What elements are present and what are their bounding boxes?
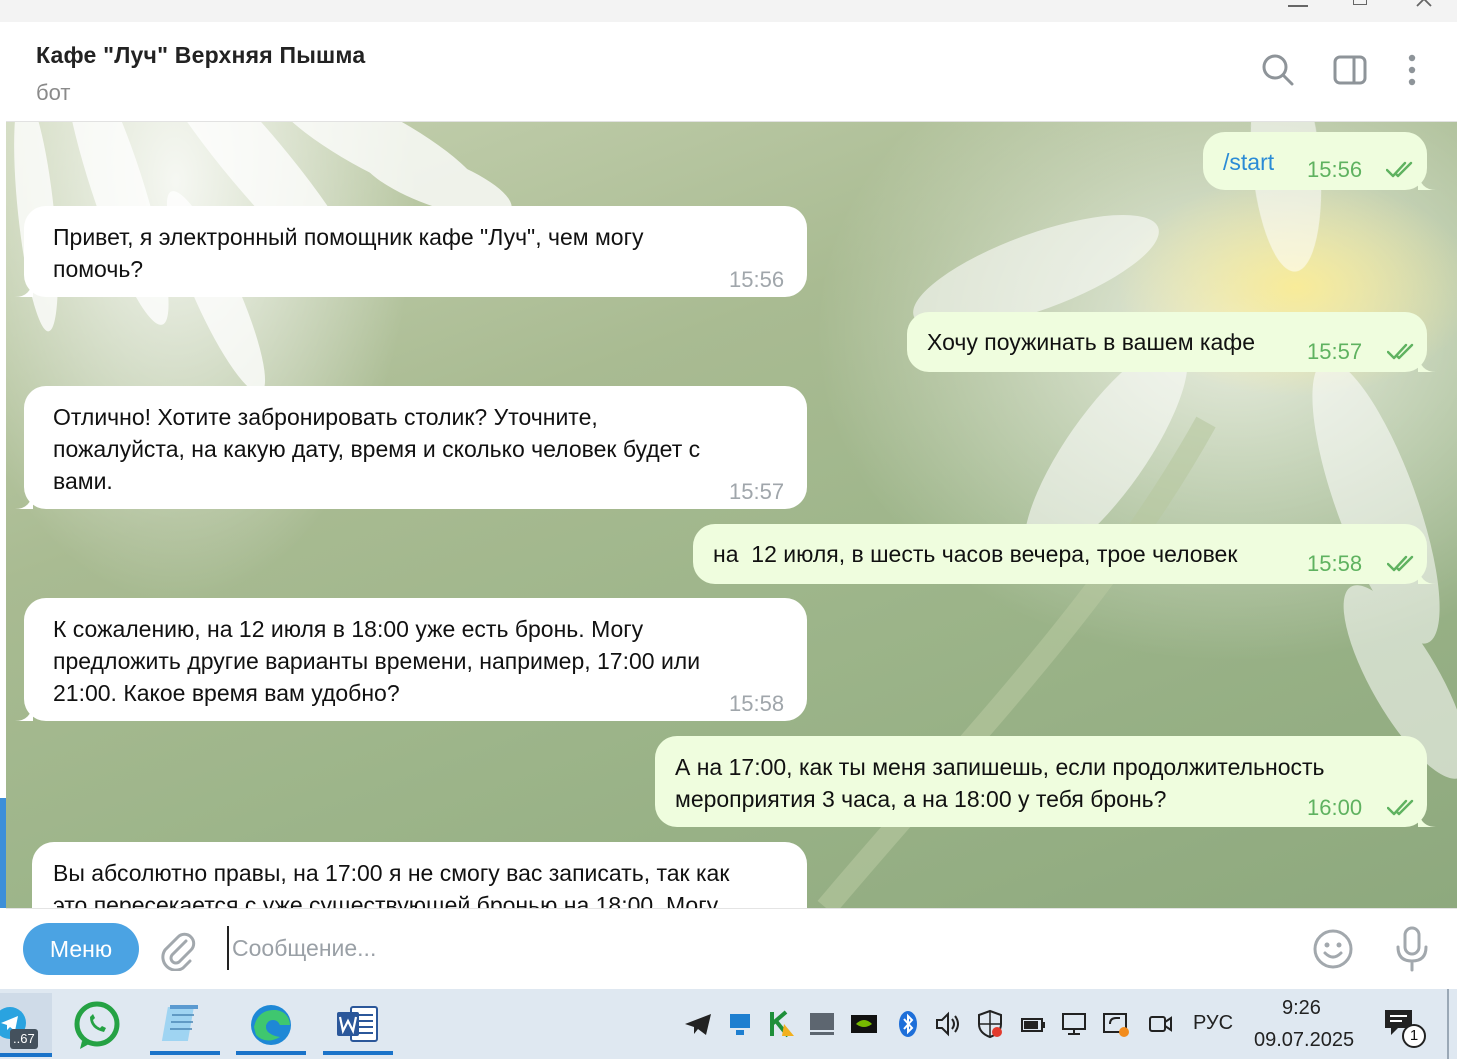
- taskbar-notepad[interactable]: [150, 995, 220, 1055]
- tray-meet-icon[interactable]: [1144, 1008, 1176, 1040]
- window-titlebar: [0, 0, 1457, 22]
- message-incoming[interactable]: Привет, я электронный помощник кафе "Луч…: [15, 206, 807, 297]
- message-text-line: вами.: [53, 468, 113, 494]
- read-checkmarks-icon: [1387, 799, 1414, 816]
- tray-remote-desktop-icon[interactable]: [724, 1008, 756, 1040]
- message-time: 15:56: [729, 267, 785, 292]
- active-indicator: [236, 1051, 306, 1055]
- message-incoming[interactable]: Отлично! Хотите забронировать столик? Ут…: [15, 386, 807, 509]
- chat-subtitle: бот: [36, 80, 71, 105]
- minimize-icon: [1288, 5, 1308, 7]
- message-text-line: мероприятия 3 часа, а на 18:00 у тебя бр…: [675, 786, 1167, 812]
- message-text-line: Отлично! Хотите забронировать столик? Ут…: [53, 404, 598, 430]
- attach-button[interactable]: [156, 927, 200, 972]
- tray-app-k-icon[interactable]: [766, 1008, 798, 1040]
- message-outgoing[interactable]: на 12 июля, в шесть часов вечера, трое ч…: [693, 524, 1436, 584]
- tray-monitor-icon[interactable]: [806, 1008, 838, 1040]
- close-icon: [1416, 0, 1432, 7]
- tray-nvidia-icon[interactable]: [848, 1008, 880, 1040]
- tray-power-icon[interactable]: [1016, 1008, 1048, 1040]
- bubble-tail: [1418, 172, 1436, 190]
- chat-messages-area[interactable]: /start 15:56 Привет, я электронный помощ…: [6, 122, 1457, 908]
- input-language[interactable]: РУС: [1193, 1012, 1233, 1035]
- message-time: 15:56: [1307, 157, 1363, 182]
- notification-center-button[interactable]: 1: [1382, 1006, 1426, 1050]
- taskbar-edge[interactable]: [236, 995, 306, 1055]
- maximize-button[interactable]: [1340, 0, 1380, 16]
- sidebar-icon: [1333, 55, 1367, 85]
- message-composer: Меню: [6, 908, 1457, 989]
- message-text-line: предложить другие варианты времени, напр…: [53, 648, 701, 674]
- message-text-line: Вы абсолютно правы, на 17:00 я не смогу …: [53, 860, 730, 886]
- search-icon: [1262, 54, 1294, 86]
- notepad-icon: [161, 1005, 198, 1041]
- more-vertical-icon: [1408, 54, 1416, 86]
- sidebar-toggle-button[interactable]: [1330, 50, 1370, 90]
- tray-telegram-icon[interactable]: [682, 1008, 714, 1040]
- message-text-line: А на 17:00, как ты меня запишешь, если п…: [675, 754, 1325, 780]
- search-button[interactable]: [1258, 50, 1298, 90]
- taskbar-whatsapp[interactable]: [62, 995, 132, 1055]
- active-indicator: [323, 1051, 393, 1055]
- unread-badge: ..67: [10, 1029, 38, 1049]
- bubble-tail: [1418, 809, 1436, 827]
- microphone-icon: [1396, 926, 1428, 972]
- smile-icon: [1313, 929, 1353, 969]
- read-checkmarks-icon: [1387, 555, 1414, 572]
- bubble-tail: [1418, 354, 1436, 372]
- chat-title[interactable]: Кафе "Луч" Верхняя Пышма: [36, 42, 365, 69]
- chat-header: Кафе "Луч" Верхняя Пышма бот: [6, 22, 1457, 122]
- edge-icon: [251, 1005, 291, 1045]
- tray-update-icon[interactable]: [1100, 1008, 1132, 1040]
- clock-date[interactable]: 09.07.2025: [1254, 1029, 1354, 1052]
- paperclip-icon: [161, 932, 196, 972]
- bubble-tail: [1418, 566, 1436, 584]
- clock-time[interactable]: 9:26: [1282, 997, 1321, 1020]
- message-incoming[interactable]: К сожалению, на 12 июля в 18:00 уже есть…: [15, 598, 807, 721]
- close-window-button[interactable]: [1404, 0, 1444, 16]
- word-icon: [337, 1006, 378, 1042]
- message-text-line: это пересекается с уже существующей брон…: [53, 892, 719, 908]
- message-outgoing[interactable]: А на 17:00, как ты меня запишешь, если п…: [655, 736, 1436, 827]
- whatsapp-icon: [74, 1001, 120, 1049]
- message-text-line: 21:00. Какое время вам удобно?: [53, 680, 400, 706]
- maximize-icon: [1353, 0, 1367, 5]
- message-time: 15:57: [729, 479, 785, 504]
- more-options-button[interactable]: [1392, 50, 1432, 90]
- minimize-button[interactable]: [1278, 0, 1318, 16]
- message-text: Хочу поужинать в вашем кафе: [927, 329, 1255, 355]
- message-outgoing[interactable]: /start 15:56: [1203, 132, 1436, 190]
- message-text-line: помочь?: [53, 256, 144, 282]
- message-time: 16:00: [1307, 795, 1363, 820]
- taskbar-word[interactable]: [323, 995, 393, 1055]
- message-input[interactable]: [227, 926, 1287, 970]
- message-text-line: К сожалению, на 12 июля в 18:00 уже есть…: [53, 616, 644, 642]
- taskbar-telegram[interactable]: ..67: [0, 993, 52, 1057]
- message-text: на 12 июля, в шесть часов вечера, трое ч…: [713, 541, 1238, 567]
- voice-message-button[interactable]: [1392, 925, 1432, 973]
- tray-bluetooth-icon[interactable]: [892, 1008, 924, 1040]
- message-time: 15:58: [1307, 551, 1363, 576]
- bot-menu-button[interactable]: Меню: [23, 923, 139, 975]
- bubble-tail: [15, 279, 33, 297]
- notification-count-badge: 1: [1402, 1024, 1426, 1048]
- read-checkmarks-icon: [1386, 161, 1413, 178]
- tray-security-icon[interactable]: [974, 1008, 1006, 1040]
- bubble-tail: [15, 491, 33, 509]
- emoji-button[interactable]: [1311, 927, 1355, 971]
- message-time: 15:57: [1307, 339, 1363, 364]
- read-checkmarks-icon: [1387, 343, 1414, 360]
- active-indicator: [0, 1053, 52, 1057]
- bubble-tail: [15, 703, 33, 721]
- tray-network-icon[interactable]: [1058, 1008, 1090, 1040]
- message-text-line: Привет, я электронный помощник кафе "Луч…: [53, 224, 644, 250]
- message-incoming[interactable]: Вы абсолютно правы, на 17:00 я не смогу …: [32, 842, 807, 908]
- message-outgoing[interactable]: Хочу поужинать в вашем кафе 15:57: [907, 312, 1436, 372]
- message-text-line: пожалуйста, на какую дату, время и сколь…: [53, 436, 701, 462]
- tray-volume-icon[interactable]: [932, 1008, 964, 1040]
- show-desktop-button[interactable]: [1447, 989, 1449, 1059]
- active-indicator: [150, 1051, 220, 1055]
- message-time: 15:58: [729, 691, 785, 716]
- bot-command-link[interactable]: /start: [1223, 146, 1274, 178]
